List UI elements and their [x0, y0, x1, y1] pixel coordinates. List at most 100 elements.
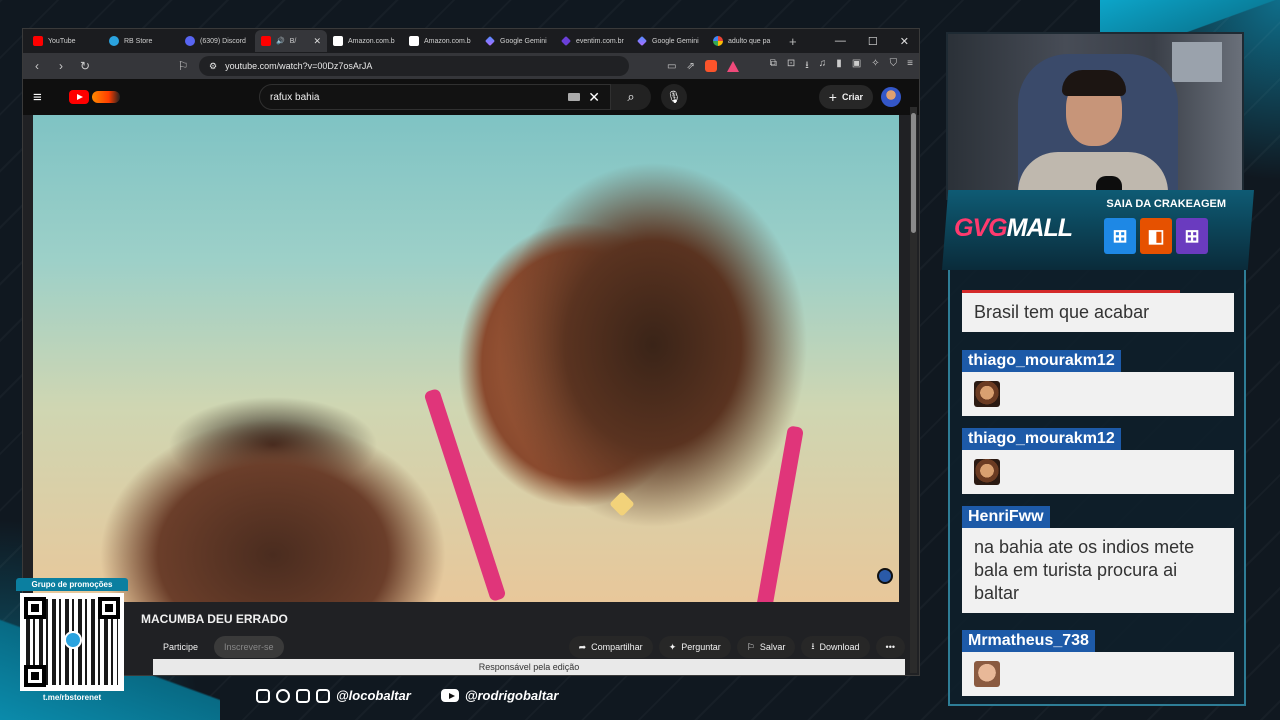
- reload-icon[interactable]: ↻: [77, 59, 93, 73]
- browser-tab[interactable]: RB Store: [103, 30, 179, 52]
- share-button[interactable]: ➦ Compartilhar: [568, 636, 653, 658]
- browser-tab-active[interactable]: 🔊 B/✕: [255, 30, 327, 52]
- search-input[interactable]: rafux bahia ✕: [259, 84, 611, 110]
- browser-tab[interactable]: YouTube: [27, 30, 103, 52]
- browser-tab[interactable]: Amazon.com.b: [403, 30, 479, 52]
- create-button[interactable]: + Criar: [818, 85, 873, 109]
- browser-toolbar: ⧉ ⊡ ⭳ ♫ ▮ ▣ ✧ ⛉ ≡: [770, 58, 913, 75]
- microphone-icon: 🎙: [666, 90, 682, 104]
- forward-icon[interactable]: ›: [53, 59, 69, 73]
- twitch-icon: [296, 688, 310, 703]
- video-frame-detail: [609, 491, 635, 517]
- screenshot-icon[interactable]: ⊡: [787, 58, 795, 75]
- bookmark-icon[interactable]: ⚐: [175, 59, 191, 73]
- chat-username: thiago_mourakm12: [962, 428, 1121, 450]
- credit-banner: Responsável pela edição: [153, 659, 905, 675]
- browser-tab[interactable]: (6309) Discord: [179, 30, 255, 52]
- ask-button[interactable]: ✦ Perguntar: [658, 636, 731, 658]
- webcam-detail: [1062, 70, 1126, 96]
- vpn-icon[interactable]: ⛉: [890, 58, 898, 75]
- brave-shields-icon[interactable]: [704, 60, 717, 72]
- social-handles: @locobaltar @rodrigobaltar: [256, 688, 558, 703]
- music-icon[interactable]: ♫: [819, 58, 827, 75]
- extensions-icon[interactable]: ⧉: [770, 58, 777, 75]
- chat-message: Brasil tem que acabar: [962, 293, 1234, 332]
- voice-search-button[interactable]: 🎙: [661, 84, 687, 110]
- hamburger-menu-icon[interactable]: ≡: [33, 89, 59, 106]
- plus-icon: +: [828, 89, 837, 105]
- chat-message: HenriFww na bahia ate os indios mete bal…: [962, 506, 1234, 613]
- download-icon: ⭳: [811, 641, 815, 651]
- back-icon[interactable]: ‹: [29, 59, 45, 73]
- browser-tab[interactable]: adulto que pa: [707, 30, 783, 52]
- webcam-detail: [1172, 42, 1222, 82]
- qr-finder: [98, 597, 120, 619]
- youtube-play-icon: [69, 90, 89, 104]
- browser-tab[interactable]: Google Gemini: [479, 30, 555, 52]
- browser-tab[interactable]: Google Gemini: [631, 30, 707, 52]
- chat-panel: Brasil tem que acabar thiago_mourakm12 t…: [948, 270, 1246, 706]
- url-field[interactable]: ⚙ youtube.com/watch?v=00Dz7osArJA: [199, 56, 629, 76]
- site-info-icon[interactable]: ⚙: [209, 61, 217, 72]
- chat-message: thiago_mourakm12: [962, 428, 1234, 494]
- laughing-face-emote-icon: [974, 381, 1000, 407]
- bookmark-icon: ⚐: [746, 641, 755, 652]
- youtube-logo[interactable]: [69, 90, 120, 104]
- chat-message-body: [962, 652, 1234, 696]
- browser-tab[interactable]: eventim.com.br: [555, 30, 631, 52]
- menu-icon[interactable]: ≡: [907, 58, 913, 75]
- scrollbar-thumb[interactable]: [911, 113, 916, 233]
- chat-message-body: [962, 372, 1234, 416]
- promo-url: t.me/rbstorenet: [42, 693, 102, 702]
- sidebar-icon[interactable]: ▮: [836, 58, 842, 75]
- chat-message: Mrmatheus_738: [962, 630, 1234, 696]
- search-bar: rafux bahia ✕ ⌕ 🎙: [259, 84, 687, 110]
- chat-message-text: na bahia ate os indios mete bala em turi…: [962, 528, 1234, 613]
- channel-watermark-icon[interactable]: [877, 568, 893, 584]
- window-controls: — ☐ ✕: [835, 35, 919, 48]
- address-actions: ▭ ⇗: [667, 60, 739, 72]
- leo-ai-icon[interactable]: ✧: [871, 58, 879, 75]
- wallet-icon[interactable]: ▣: [852, 58, 861, 75]
- eventim-icon: [561, 36, 571, 46]
- qr-code: [20, 593, 124, 691]
- video-player[interactable]: [33, 115, 899, 602]
- browser-window: YouTube RB Store (6309) Discord 🔊 B/✕ Ama…: [22, 28, 920, 676]
- download-button[interactable]: ⭳ Download: [801, 636, 870, 658]
- minimize-icon[interactable]: —: [835, 35, 846, 48]
- brave-rewards-icon[interactable]: [726, 60, 739, 72]
- avatar[interactable]: [881, 87, 901, 107]
- sponsor-slogan: SAIA DA CRAKEAGEM: [1106, 198, 1226, 210]
- social-handle: @locobaltar: [336, 688, 411, 703]
- sponsor-products: ⊞ ◧ ⊞: [1104, 218, 1208, 254]
- new-tab-icon[interactable]: +: [789, 34, 797, 49]
- page-scrollbar[interactable]: [910, 107, 917, 673]
- close-tab-icon[interactable]: ✕: [313, 36, 321, 47]
- close-window-icon[interactable]: ✕: [900, 35, 909, 48]
- maximize-icon[interactable]: ☐: [868, 35, 878, 48]
- tiktok-icon: [276, 688, 290, 703]
- keyboard-icon[interactable]: [568, 93, 581, 101]
- cast-icon[interactable]: ▭: [667, 61, 676, 72]
- join-button[interactable]: Participe: [153, 636, 208, 658]
- clear-search-icon[interactable]: ✕: [588, 89, 600, 106]
- sparkle-icon: ✦: [668, 641, 677, 652]
- youtube-doodle-icon: [92, 91, 120, 103]
- save-button[interactable]: ⚐ Salvar: [736, 636, 796, 658]
- search-button[interactable]: ⌕: [611, 84, 651, 110]
- tab-strip: YouTube RB Store (6309) Discord 🔊 B/✕ Ama…: [23, 29, 919, 53]
- promo-qr-block: Grupo de promoções t.me/rbstorenet: [16, 578, 128, 704]
- webcam-feed: [946, 32, 1244, 200]
- subscribe-button[interactable]: Inscrever-se: [214, 636, 284, 658]
- video-title: MACUMBA DEU ERRADO: [141, 612, 288, 626]
- promo-title: Grupo de promoções: [16, 578, 128, 591]
- chat-message-body: [962, 450, 1234, 494]
- download-icon[interactable]: ⭳: [805, 58, 809, 75]
- social-handle: @rodrigobaltar: [464, 688, 559, 703]
- browser-tab[interactable]: Amazon.com.b: [327, 30, 403, 52]
- chat-username: thiago_mourakm12: [962, 350, 1121, 372]
- qr-finder: [24, 665, 46, 687]
- more-actions-button[interactable]: •••: [875, 636, 905, 658]
- share-icon[interactable]: ⇗: [686, 61, 694, 72]
- sponsor-banner: GVGMALL SAIA DA CRAKEAGEM ⊞ ◧ ⊞: [942, 190, 1254, 270]
